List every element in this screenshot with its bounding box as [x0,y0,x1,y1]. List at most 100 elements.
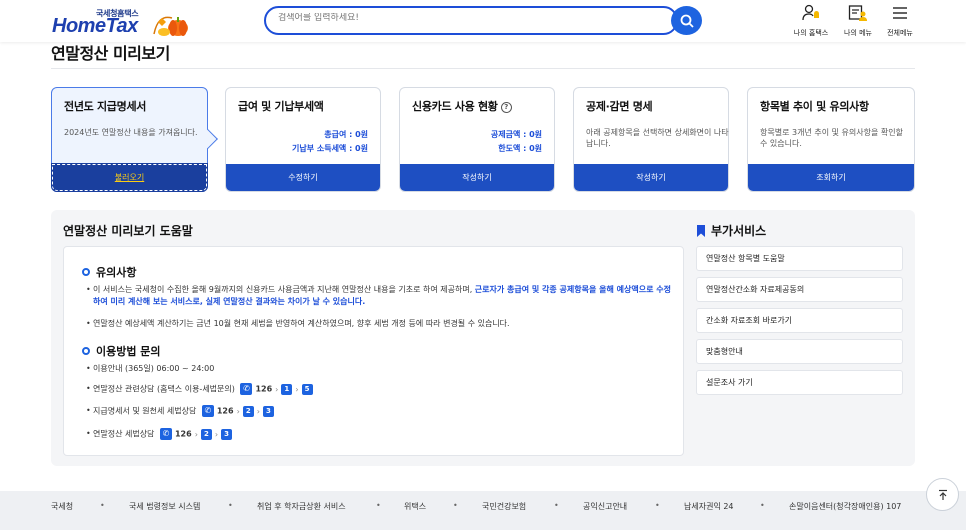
contact-item-3: 연말정산 세법상담 ✆126›2›3 [86,428,673,441]
footer-link-relay[interactable]: 손말이음센터(청각장애인용) 107 [789,501,901,512]
help-icon[interactable]: ? [500,101,512,113]
step-card-prev-statement: 전년도 지급명세서 2024년도 연말정산 내용을 가져옵니다. 불러오기 [51,87,218,192]
help-title: 연말정산 미리보기 도움말 [63,224,193,238]
step-title: 항목별 추이 및 유의사항 [760,100,869,113]
my-menu-icon [848,5,867,21]
bookmark-icon [697,224,705,237]
step-number-badge: 2 [242,405,254,417]
footer-separator: • [100,501,105,510]
search-icon [680,14,694,28]
service-item-simplified[interactable]: 간소화 자료조회 바로가기 [696,308,903,333]
service-item-consent[interactable]: 연말정산간소화 자료제공동의 [696,277,903,302]
all-menu[interactable]: 전체메뉴 [880,4,920,38]
notice-heading: 유의사항 [82,264,136,280]
hometax-logo[interactable]: 국세청홈택스 HomeTax [52,6,197,38]
contact-item-1: 연말정산 관련상담 (홈택스 이용-세법문의) ✆126›1›5 [86,383,673,396]
service-item-survey[interactable]: 설문조사 가기 [696,370,903,395]
step-values: 공제금액 : 0원 한도액 : 0원 [491,128,542,156]
header: 국세청홈택스 HomeTax 나의 홈택스 [0,0,966,42]
service-item-custom[interactable]: 맞춤형안내 [696,339,903,364]
search-box [264,6,678,35]
footer-separator: • [655,501,660,510]
footer-separator: • [760,501,765,510]
page-title: 연말정산 미리보기 [51,44,170,63]
step-title: 급여 및 기납부세액 [238,100,324,113]
footer-link-wetax[interactable]: 위택스 [404,501,426,512]
step-number-badge: 1 [281,383,293,395]
prepaid-tax-value: 기납부 소득세액 : 0원 [291,144,368,153]
my-hometax-menu[interactable]: 나의 홈택스 [791,4,831,38]
hours-item: 이용안내 (365일) 06:00 ~ 24:00 [86,363,673,375]
phone-number: 126 [174,429,192,439]
view-button[interactable]: 조회하기 [748,164,914,191]
contact-label: 연말정산 세법상담 [93,429,155,439]
ring-bullet-icon [82,347,90,355]
footer-separator: • [376,501,381,510]
step-card-credit-card: 신용카드 사용 현황? 공제금액 : 0원 한도액 : 0원 작성하기 [399,87,555,192]
contact-item-2: 지급명세서 및 원천세 세법상담 ✆126›2›3 [86,405,673,418]
my-menu[interactable]: 나의 메뉴 [838,4,878,38]
step-desc: 항목별로 3개년 추이 및 유의사항을 확인할 수 있습니다. [760,128,903,148]
footer-link-nts[interactable]: 국세청 [51,501,73,512]
step-desc: 2024년도 연말정산 내용을 가져옵니다. [64,128,198,137]
step-card-deduction: 공제·감면 명세 아래 공제항목을 선택하면 상세화면이 나타납니다. 작성하기 [573,87,729,192]
contact-label: 연말정산 관련상담 (홈택스 이용-세법문의) [93,384,235,394]
notice1-text: 이 서비스는 국세청이 수집한 올해 9월까지의 신용카드 사용금액과 지난해 … [93,285,473,294]
footer-separator: • [228,501,233,510]
search-button[interactable] [671,6,702,35]
notice-title: 유의사항 [96,266,137,279]
pumpkin-icon [153,16,188,36]
chevron-right-icon: › [236,406,240,416]
ring-bullet-icon [82,268,90,276]
phone-number: 126 [216,406,234,416]
step-card-salary: 급여 및 기납부세액 총급여 : 0원 기납부 소득세액 : 0원 수정하기 [225,87,381,192]
footer: 국세청 • 국세 법령정보 시스템 • 취업 후 학자금상환 서비스 • 위택스… [0,491,966,530]
step-number-badge: 3 [221,428,233,440]
footer-link-nhis[interactable]: 국민건강보험 [482,501,526,512]
total-salary-value: 총급여 : 0원 [324,130,368,139]
step-number-badge: 2 [200,428,212,440]
service-item-help[interactable]: 연말정산 항목별 도움말 [696,246,903,271]
step-title: 신용카드 사용 현황? [412,98,512,114]
services-title-text: 부가서비스 [711,224,767,238]
load-button[interactable]: 불러오기 [51,163,208,192]
load-button-label: 불러오기 [114,173,145,182]
logo-text: HomeTax [52,15,138,37]
help-box: 유의사항 이 서비스는 국세청이 수집한 올해 9월까지의 신용카드 사용금액과… [63,246,684,456]
footer-link-taxpayer[interactable]: 납세자권익 24 [684,501,734,512]
arrow-up-icon [938,489,947,500]
limit-amount-value: 한도액 : 0원 [498,144,542,153]
footer-link-law[interactable]: 국세 법령정보 시스템 [129,501,200,512]
chevron-right-icon: › [194,429,198,439]
footer-link-student-loan[interactable]: 취업 후 학자금상환 서비스 [257,501,346,512]
phone-icon: ✆ [240,383,253,395]
hamburger-icon [893,7,907,19]
chevron-right-icon: › [214,429,219,439]
chevron-right-icon: › [275,384,279,394]
step-number-badge: 3 [262,405,274,417]
edit-button[interactable]: 수정하기 [226,164,380,191]
step-number-badge: 5 [301,383,313,395]
chevron-right-icon: › [295,384,299,394]
phone-icon: ✆ [201,405,214,417]
deduction-amount-value: 공제금액 : 0원 [490,130,542,139]
footer-link-whistle[interactable]: 공익신고안내 [583,501,627,512]
services-title: 부가서비스 [696,222,766,239]
notice-item-1: 이 서비스는 국세청이 수집한 올해 9월까지의 신용카드 사용금액과 지난해 … [86,284,673,308]
phone-number: 126 [255,384,273,394]
step-card-trend: 항목별 추이 및 유의사항 항목별로 3개년 추이 및 유의사항을 확인할 수 … [747,87,915,192]
user-bell-icon [802,4,819,21]
phone-icon: ✆ [159,428,172,440]
title-divider [51,68,915,69]
scroll-top-button[interactable] [926,478,959,511]
footer-separator: • [453,501,458,510]
search-input[interactable] [278,13,658,23]
contact-label: 지급명세서 및 원천세 세법상담 [93,406,197,416]
write-button[interactable]: 작성하기 [400,164,554,191]
step-values: 총급여 : 0원 기납부 소득세액 : 0원 [292,128,368,156]
notice-item-2: 연말정산 예상세액 계산하기는 금년 10월 현재 세법을 반영하여 계산하였으… [86,318,673,330]
write-button[interactable]: 작성하기 [574,164,728,191]
chevron-right-icon: › [256,406,260,416]
my-menu-label: 나의 메뉴 [844,29,872,37]
step-title: 전년도 지급명세서 [64,100,147,113]
